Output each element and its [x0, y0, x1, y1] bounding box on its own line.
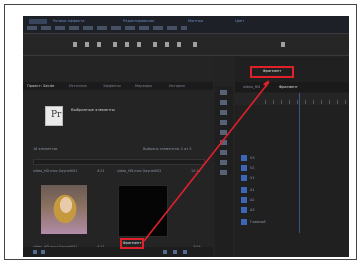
annotation-arrow: [143, 80, 270, 242]
screenshot-frame: Ролики эффекта Редактирование Монтаж Цве…: [4, 4, 357, 260]
premiere-window: Ролики эффекта Редактирование Монтаж Цве…: [23, 16, 349, 257]
arrow-shaft: [143, 81, 270, 242]
